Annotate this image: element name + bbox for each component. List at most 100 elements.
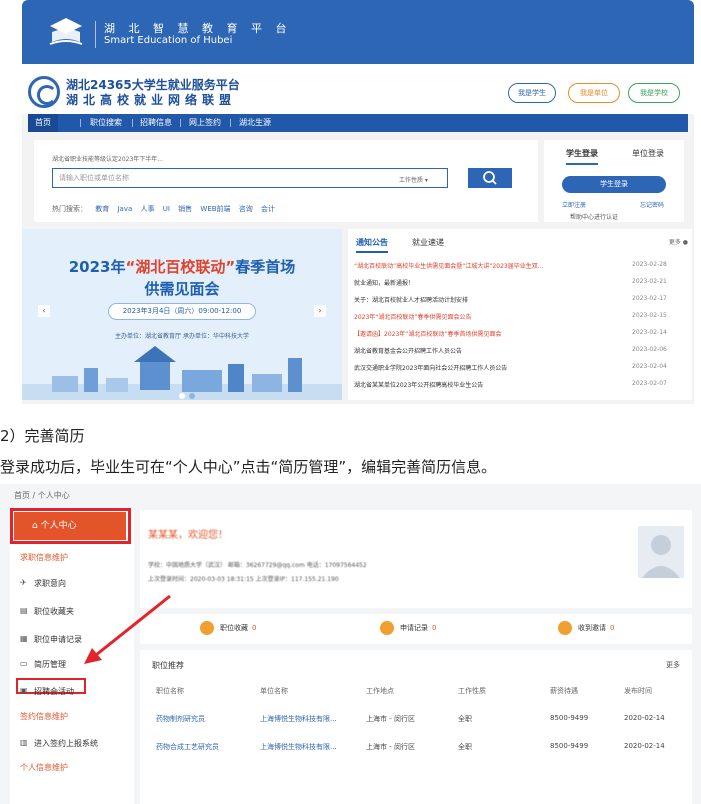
profile-card: 某某某，欢迎您！ 学校：中国地质大学（武汉） 邮箱：36267729@qq.co…: [140, 510, 692, 608]
tab-student-login[interactable]: 学生登录: [566, 148, 598, 165]
avatar[interactable]: [638, 526, 684, 578]
company-link[interactable]: 上海博悦生物科技有限...: [260, 742, 337, 752]
main-nav: 首页 职位搜索 招聘信息 网上签约 湖北生源: [28, 114, 688, 132]
column-header: 单位名称: [260, 687, 288, 695]
profile-login-info: 上次登录时间：2020-03-03 18:31:15 上次登录IP：117.15…: [148, 576, 339, 583]
hot-keyword[interactable]: 人事: [141, 205, 155, 213]
hot-keyword[interactable]: 咨询: [239, 205, 253, 213]
hero-banner[interactable]: 2023年“湖北百校联动”春季首场 供需见面会 2023年3月4日（周六）09:…: [22, 229, 342, 400]
hot-keyword[interactable]: Java: [117, 205, 132, 213]
company-link[interactable]: 上海博悦生物科技有限...: [260, 714, 337, 724]
hot-keyword[interactable]: 会计: [261, 205, 275, 213]
news-more-label: 更多: [668, 239, 681, 246]
favorite-icon: [200, 621, 214, 635]
homepage-screenshot: 湖 北 智 慧 教 育 平 台 Smart Education of Hubei…: [22, 0, 694, 404]
news-row[interactable]: 2023年“湖北百校联动”春季供需见面会公告 2023-02-15: [354, 312, 690, 329]
hot-keyword[interactable]: UI: [163, 205, 170, 213]
news-more-link[interactable]: 更多 ●: [669, 237, 688, 246]
nav-online-sign[interactable]: 网上签约: [182, 114, 228, 132]
sidebar-item-job-fairs[interactable]: ▣ 招聘会活动: [20, 686, 74, 697]
top-banner: 湖 北 智 慧 教 育 平 台 Smart Education of Hubei: [22, 0, 694, 64]
carousel-next-icon[interactable]: ›: [314, 305, 326, 317]
stat-applications[interactable]: 申请记录 0: [380, 621, 436, 635]
news-title: 2023年“湖北百校联动”春季供需见面会公告: [354, 314, 472, 321]
column-header: 工作性质: [458, 687, 486, 695]
news-date: 2023-02-06: [632, 346, 667, 353]
application-icon: [380, 621, 394, 635]
news-row[interactable]: 湖北省教育基金会公开招聘工作人员公告 2023-02-06: [354, 346, 690, 363]
recommend-more-link[interactable]: 更多: [666, 660, 680, 670]
sidebar-item-label: 职位收藏夹: [34, 607, 74, 616]
job-type: 全职: [458, 715, 472, 723]
sidebar-item-applications[interactable]: ▦ 职位申请记录: [20, 634, 82, 645]
platform-logo-icon: [28, 76, 60, 108]
nav-home[interactable]: 首页: [28, 114, 58, 132]
login-panel: 学生登录 单位登录 学生登录 立即注册 忘记密码 帮助中心进行认证: [544, 140, 684, 222]
tab-employer-login[interactable]: 单位登录: [632, 148, 664, 159]
personal-center-screenshot: 首页 / 个人中心 ⌂ 个人中心 求职信息维护 ✈ 求职意向 ▤ 职位收藏夹 ▦ 职位…: [0, 484, 701, 804]
register-link[interactable]: 立即注册: [562, 200, 586, 209]
hot-label: 热门搜索：: [52, 205, 87, 213]
search-notice[interactable]: 湖北省职业技能等级认定2023年下半年...: [52, 154, 163, 163]
stat-favorites[interactable]: 职位收藏 0: [200, 621, 256, 635]
open-book-logo-icon: [49, 18, 83, 45]
news-row[interactable]: 关于：湖北百校就业人才招聘活动计划安排 2023-02-17: [354, 295, 690, 312]
hot-keyword[interactable]: 教育: [95, 205, 109, 213]
recommend-title: 职位推荐: [152, 661, 184, 670]
hero-title-tail: 春季首场: [235, 258, 296, 276]
job-title-link[interactable]: 药物合成工艺研究员: [156, 742, 219, 752]
stat-label: 申请记录: [400, 624, 428, 632]
search-icon: [483, 171, 497, 185]
sidebar-item-favorites[interactable]: ▤ 职位收藏夹: [20, 606, 74, 617]
stat-count: 0: [252, 624, 257, 632]
nav-hubei-origin[interactable]: 湖北生源: [232, 114, 278, 132]
news-date: 2023-02-17: [632, 295, 667, 302]
news-row[interactable]: 【邀请函】2023年“湖北百校联动”春季首场供需见面会 2023-02-14: [354, 329, 690, 346]
stat-invitations[interactable]: 收到邀请 0: [558, 621, 614, 635]
news-panel: 通知公告 就业速递 更多 ● “湖北百校联动”高校毕业生供需见面会暨“江城大讲”…: [348, 229, 692, 400]
resume-icon: ▭: [20, 659, 28, 668]
news-row[interactable]: 湖北省某某单位2023年公开招聘高校毕业生公告 2023-02-07: [354, 380, 690, 397]
sidebar-item-resume-management[interactable]: ▭ 简历管理: [20, 659, 66, 670]
tab-job-express[interactable]: 就业速递: [412, 237, 444, 248]
school-entry-button[interactable]: 我是学校: [628, 83, 680, 103]
carousel-prev-icon[interactable]: ‹: [38, 305, 50, 317]
search-button[interactable]: [468, 168, 512, 188]
sidebar-item-label: 求职意向: [34, 579, 66, 588]
news-row[interactable]: “湖北百校联动”高校毕业生供需见面会暨“江城大讲”2023届毕业生双... 202…: [354, 261, 690, 278]
banner-divider: [95, 21, 96, 48]
news-row[interactable]: 武汉交通职业学院2023年面向社会公开招聘工作人员公告 2023-02-04: [354, 363, 690, 380]
job-type-select[interactable]: 工作性质 ▾: [399, 175, 428, 184]
news-date: 2023-02-04: [632, 363, 667, 370]
news-row[interactable]: 就业通知，最新通报！ 2023-02-21: [354, 278, 690, 295]
job-title-link[interactable]: 药物制剂研究员: [156, 714, 205, 724]
hot-keyword[interactable]: 销售: [178, 205, 192, 213]
banner-title: 湖 北 智 慧 教 育 平 台: [104, 22, 292, 35]
invitation-icon: [558, 621, 572, 635]
sidebar-item-sign-report[interactable]: ▥ 进入签约上报系统: [20, 738, 98, 749]
employer-entry-button[interactable]: 我是单位: [568, 83, 620, 103]
student-login-button[interactable]: 学生登录: [562, 176, 666, 193]
sidebar-item-label: 简历管理: [34, 660, 66, 669]
sidebar-item-job-intention[interactable]: ✈ 求职意向: [20, 578, 66, 589]
search-input[interactable]: 请输入职位或单位名称 工作性质 ▾: [52, 168, 448, 188]
report-icon: ▥: [20, 738, 28, 747]
news-title: 湖北省某某单位2023年公开招聘高校毕业生公告: [354, 382, 484, 389]
column-header: 发布时间: [624, 687, 652, 695]
nav-job-search[interactable]: 职位搜索: [82, 114, 130, 132]
news-date: 2023-02-14: [632, 329, 667, 336]
job-recommendations: 职位推荐 更多 职位名称 单位名称 工作地点 工作性质 薪资待遇 发布时间 药物…: [140, 650, 692, 804]
column-header: 工作地点: [366, 687, 394, 695]
hot-keyword[interactable]: WEB前端: [200, 205, 230, 213]
stat-count: 0: [432, 624, 437, 632]
nav-separator: [132, 119, 133, 127]
help-note[interactable]: 帮助中心进行认证: [570, 212, 618, 221]
hero-date: 2023年3月4日（周六）09:00-12:00: [108, 303, 256, 320]
student-entry-button[interactable]: 我是学生: [508, 83, 556, 103]
nav-recruitment[interactable]: 招聘信息: [134, 114, 178, 132]
nav-separator: [80, 119, 81, 127]
forgot-password-link[interactable]: 忘记密码: [640, 200, 664, 209]
step-heading: 2）完善简历: [0, 427, 85, 445]
tab-notices[interactable]: 通知公告: [356, 237, 388, 253]
brand-row: 湖北24365大学生就业服务平台 湖北高校就业网络联盟 我是学生 我是单位 我是…: [22, 64, 694, 114]
